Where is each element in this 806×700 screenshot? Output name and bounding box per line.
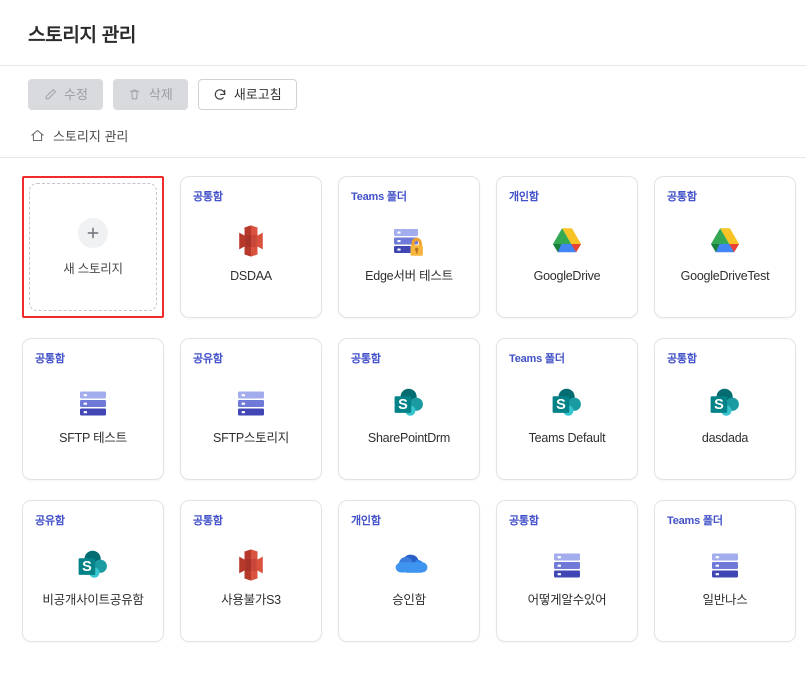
new-storage-card-label: 새 스토리지 [63, 261, 123, 276]
storage-card-name: Edge서버 테스트 [365, 269, 453, 283]
storage-card[interactable]: 개인함 GoogleDrive [496, 176, 638, 318]
storage-card-badge: 공통함 [193, 191, 223, 203]
server-icon [231, 383, 271, 423]
storage-card-badge: 공통함 [667, 191, 697, 203]
aws-s3-icon [231, 545, 271, 585]
storage-management-page: 스토리지 관리 수정 삭제 새로고침 스토리지 관리 새 스토리지 공통함 DS… [0, 0, 806, 700]
storage-card[interactable]: 공유함 SFTP스토리지 [180, 338, 322, 480]
storage-card-icon-wrap [181, 381, 321, 425]
storage-card-name: SFTP스토리지 [213, 431, 289, 445]
storage-card-name: DSDAA [230, 269, 272, 283]
storage-card[interactable]: 공통함어떻게알수있어 [496, 500, 638, 642]
storage-card-badge: 개인함 [509, 191, 539, 203]
trash-icon [128, 88, 142, 102]
edit-button-label: 수정 [64, 87, 88, 102]
delete-button-label: 삭제 [148, 87, 173, 102]
storage-card-name: GoogleDriveTest [680, 269, 770, 283]
server-lock-icon [389, 221, 429, 261]
edit-button[interactable]: 수정 [28, 79, 103, 110]
storage-card-badge: 공통함 [351, 353, 381, 365]
storage-card[interactable]: 공유함비공개사이트공유함 [22, 500, 164, 642]
storage-card-badge: 공통함 [193, 515, 223, 527]
storage-card-badge: 공유함 [35, 515, 65, 527]
new-storage-card[interactable]: 새 스토리지 [22, 176, 164, 318]
storage-card-icon-wrap [655, 219, 795, 263]
google-drive-icon [547, 221, 587, 261]
storage-card-icon-wrap [655, 381, 795, 425]
storage-card[interactable]: 공통함 dasdada [654, 338, 796, 480]
storage-card-name: dasdada [701, 431, 749, 445]
refresh-button-label: 새로고침 [233, 87, 282, 102]
storage-card-icon-wrap [497, 543, 637, 587]
storage-card-icon-wrap [339, 381, 479, 425]
storage-card-icon-wrap [339, 543, 479, 587]
sharepoint-icon [547, 383, 587, 423]
breadcrumb-item-storage[interactable]: 스토리지 관리 [53, 126, 128, 145]
storage-card-name: 어떻게알수있어 [527, 593, 607, 607]
storage-card[interactable]: 공통함 DSDAA [180, 176, 322, 318]
storage-card-icon-wrap [23, 543, 163, 587]
page-title: 스토리지 관리 [28, 25, 137, 46]
server-icon [73, 383, 113, 423]
storage-card-name: GoogleDrive [533, 269, 601, 283]
sharepoint-icon [73, 545, 113, 585]
storage-card[interactable]: Teams 폴더일반나스 [654, 500, 796, 642]
storage-card-name: 사용불가S3 [221, 593, 281, 607]
storage-card-badge: 공통함 [509, 515, 539, 527]
storage-card[interactable]: 공통함사용불가S3 [180, 500, 322, 642]
sharepoint-icon [389, 383, 429, 423]
home-icon [30, 128, 45, 143]
storage-card[interactable]: 공통함 SharePointDrm [338, 338, 480, 480]
storage-card-name: Teams Default [528, 431, 606, 445]
storage-card-icon-wrap [497, 219, 637, 263]
storage-card-badge: Teams 폴더 [509, 353, 565, 365]
storage-card-badge: Teams 폴더 [667, 515, 723, 527]
refresh-button[interactable]: 새로고침 [197, 79, 297, 110]
delete-button[interactable]: 삭제 [112, 79, 188, 110]
storage-card[interactable]: 개인함승인함 [338, 500, 480, 642]
storage-card-badge: Teams 폴더 [351, 191, 407, 203]
storage-card[interactable]: Teams 폴더 Teams Default [496, 338, 638, 480]
storage-card-icon-wrap [655, 543, 795, 587]
storage-card[interactable]: 공통함 GoogleDriveTest [654, 176, 796, 318]
storage-card-icon-wrap [181, 219, 321, 263]
storage-card-badge: 공통함 [667, 353, 697, 365]
storage-card-badge: 개인함 [351, 515, 381, 527]
onedrive-icon [389, 545, 429, 585]
storage-card-icon-wrap [23, 381, 163, 425]
storage-card-name: 승인함 [392, 593, 426, 607]
new-storage-card-inner: 새 스토리지 [29, 183, 157, 311]
storage-card-badge: 공유함 [193, 353, 223, 365]
server-icon [547, 545, 587, 585]
storage-card[interactable]: Teams 폴더 Edge서버 테스트 [338, 176, 480, 318]
storage-card-badge: 공통함 [35, 353, 65, 365]
storage-card-icon-wrap [497, 381, 637, 425]
storage-card[interactable]: 공통함 SFTP 테스트 [22, 338, 164, 480]
server-icon [705, 545, 745, 585]
toolbar: 수정 삭제 새로고침 [0, 66, 806, 110]
google-drive-icon [705, 221, 745, 261]
storage-card-grid: 새 스토리지 공통함 DSDAA Teams 폴더 Edge서버 테스트 개인함 Goog… [0, 158, 806, 642]
aws-s3-icon [231, 221, 271, 261]
breadcrumb: 스토리지 관리 [0, 110, 806, 145]
storage-card-name: SharePointDrm [367, 431, 451, 445]
pencil-icon [43, 88, 57, 102]
storage-card-icon-wrap [181, 543, 321, 587]
storage-card-name: SFTP 테스트 [59, 431, 127, 445]
sharepoint-icon [705, 383, 745, 423]
storage-card-name: 비공개사이트공유함 [42, 593, 144, 607]
refresh-icon [213, 88, 227, 102]
storage-card-icon-wrap [339, 219, 479, 263]
storage-card-name: 일반나스 [702, 593, 748, 607]
plus-icon [78, 217, 108, 248]
